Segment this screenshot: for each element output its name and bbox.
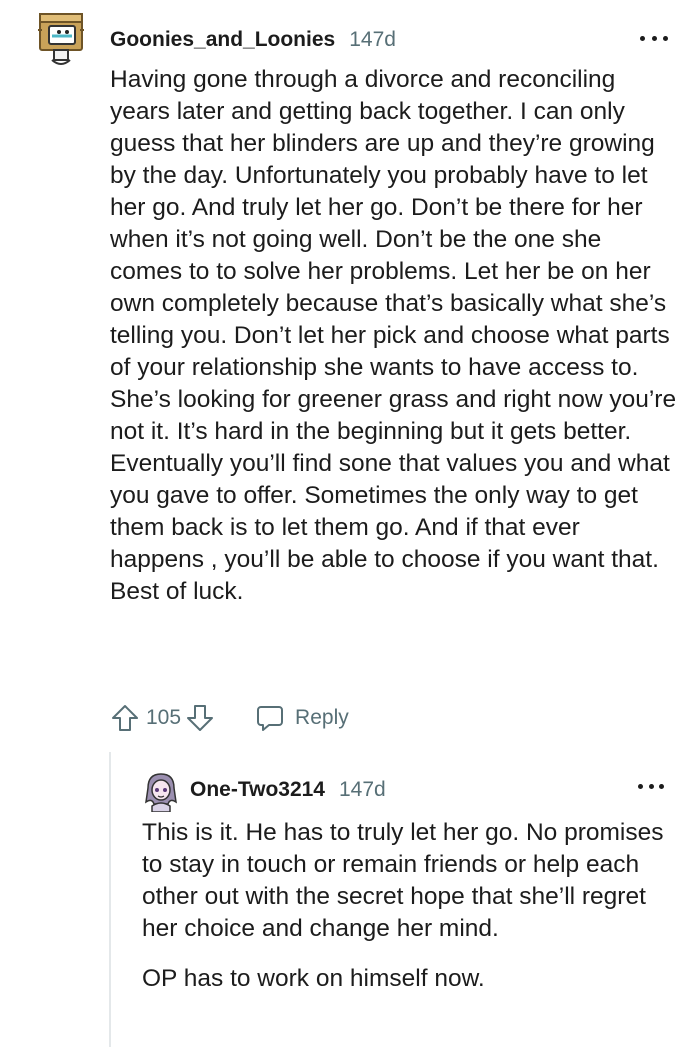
more-dot-icon [663,35,668,41]
comment-meta: Goonies_and_Loonies 147d [110,26,396,54]
username[interactable]: Goonies_and_Loonies [110,28,335,52]
more-dot-icon [659,783,664,789]
username[interactable]: One-Two3214 [190,778,325,802]
vote-score: 105 [146,706,182,729]
timestamp: 147d [338,778,386,801]
reply-paragraph: OP has to work on himself now. [142,965,485,992]
upvote-icon[interactable] [110,703,140,733]
more-options-button[interactable] [638,776,664,796]
reply-label: Reply [295,706,349,729]
reply-paragraph: This is it. He has to truly let her go. … [142,819,664,942]
comment-meta: One-Two3214 147d [190,776,386,804]
thread-line[interactable] [109,752,111,1047]
avatar[interactable] [34,10,88,70]
downvote-icon[interactable] [185,703,215,733]
more-dot-icon [651,35,657,41]
reply-button[interactable]: Reply [255,703,349,733]
more-dot-icon [648,783,654,789]
more-dot-icon [638,783,643,789]
more-options-button[interactable] [640,28,668,48]
anime-character-avatar-icon [145,773,177,813]
timestamp: 147d [349,28,396,51]
avatar[interactable] [142,770,180,813]
reply-body: This is it. He has to truly let her go. … [142,817,672,1013]
comment-body: Having gone through a divorce and reconc… [110,66,677,605]
more-dot-icon [640,35,645,41]
speech-bubble-icon [255,703,285,733]
comment-actions: 105 Reply [110,700,349,736]
box-robot-avatar-icon [38,13,84,65]
